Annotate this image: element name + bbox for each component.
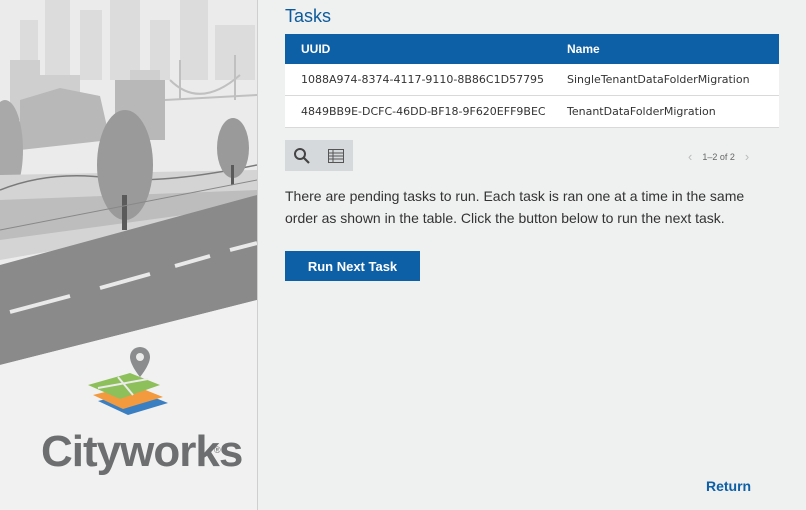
column-header-name[interactable]: Name [551,34,779,64]
page-title: Tasks [285,6,332,26]
search-icon [294,147,310,164]
map-pin-layers-icon [88,347,168,415]
columns-button[interactable] [319,140,353,171]
return-link[interactable]: Return [706,478,751,494]
cityworks-logo: Cityworks ® [38,343,243,493]
main-content: Tasks UUID Name 1088A974-8374-4117-9110-… [258,0,806,510]
table-columns-icon [328,148,344,163]
table-toolbar [285,140,353,171]
column-header-uuid[interactable]: UUID [285,34,551,64]
table-header-row: UUID Name [285,34,779,64]
search-button[interactable] [285,140,319,171]
cell-name: SingleTenantDataFolderMigration [551,64,779,96]
pagination-label: 1–2 of 2 [702,151,735,162]
tasks-table: UUID Name 1088A974-8374-4117-9110-8B86C1… [285,34,779,128]
table-row[interactable]: 4849BB9E-DCFC-46DD-BF18-9F620EFF9BEC Ten… [285,95,779,128]
chevron-left-icon[interactable]: ‹ [688,149,692,164]
brand-panel: Cityworks ® [0,0,258,510]
pending-tasks-message: There are pending tasks to run. Each tas… [285,188,745,226]
chevron-right-icon[interactable]: › [745,149,749,164]
cell-uuid: 1088A974-8374-4117-9110-8B86C1D57795 [285,64,551,96]
brand-name: Cityworks [41,427,243,476]
cell-uuid: 4849BB9E-DCFC-46DD-BF18-9F620EFF9BEC [285,95,551,128]
cell-name: TenantDataFolderMigration [551,95,779,128]
registered-mark: ® [214,445,221,455]
pagination: ‹ 1–2 of 2 › [688,149,749,164]
run-next-task-button[interactable]: Run Next Task [285,251,420,281]
table-row[interactable]: 1088A974-8374-4117-9110-8B86C1D57795 Sin… [285,64,779,96]
